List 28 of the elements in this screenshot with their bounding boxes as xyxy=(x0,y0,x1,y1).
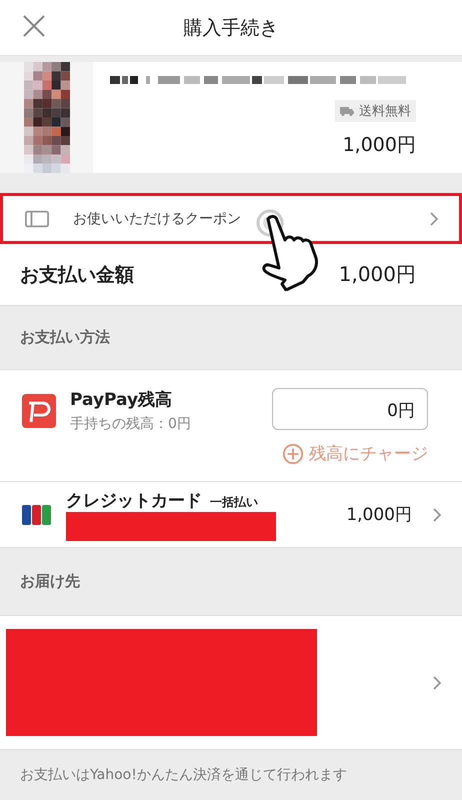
wallet-logo-icon xyxy=(22,394,56,428)
card-brand-icon xyxy=(22,504,52,526)
payment-plan: 一括払い xyxy=(210,494,258,510)
coupon-row[interactable]: お使いいただけるクーポン xyxy=(0,193,462,244)
coupon-label: お使いいただけるクーポン xyxy=(73,210,242,228)
truck-icon xyxy=(340,106,354,116)
total-label: お支払い金額 xyxy=(20,262,134,288)
total-amount: 1,000円 xyxy=(338,261,416,288)
screen-title: 購入手続き xyxy=(184,16,278,40)
item-price: 1,000円 xyxy=(342,133,416,158)
chevron-icon xyxy=(429,210,439,226)
chevron-icon xyxy=(432,506,442,522)
card-row[interactable]: クレジットカード 一括払い 1,000円 xyxy=(0,482,462,548)
payment-method-name: クレジットカード xyxy=(66,490,202,512)
balance-note: 手持ちの残高：0円 xyxy=(70,415,192,433)
badge-text: 送料無料 xyxy=(359,103,411,120)
footer-note: お支払いはYahoo!かんたん決済を通じて行われます xyxy=(20,766,347,784)
address-row[interactable] xyxy=(0,616,462,750)
section-heading: お支払い方法 xyxy=(20,328,110,347)
amount-field[interactable]: 0円 xyxy=(272,388,428,430)
ticket-icon xyxy=(25,210,49,228)
section-heading: お届け先 xyxy=(20,572,80,591)
card-amount: 1,000円 xyxy=(346,504,412,526)
close-icon[interactable] xyxy=(22,14,46,38)
charge-text: 残高にチャージ xyxy=(309,443,428,465)
plus-icon xyxy=(282,442,304,464)
payment-method-name: PayPay残高 xyxy=(70,389,174,411)
chevron-icon xyxy=(432,674,442,690)
